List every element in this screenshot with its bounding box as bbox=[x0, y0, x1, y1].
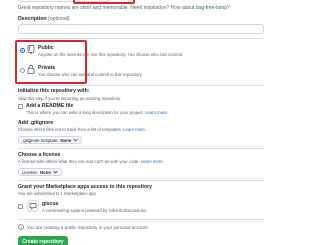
giscus-app-name[interactable]: giscus bbox=[42, 201, 58, 207]
giscus-app-desc: A commenting system powered by GitHub Di… bbox=[42, 208, 147, 213]
lock-icon bbox=[27, 64, 35, 74]
chevron-down-icon bbox=[73, 138, 79, 142]
gitignore-heading: Add .gitignore bbox=[18, 120, 54, 126]
create-repository-button[interactable]: Create repository bbox=[18, 236, 68, 245]
private-radio[interactable] bbox=[20, 68, 25, 73]
public-option-desc: Anyone on the internet can see this repo… bbox=[38, 52, 184, 57]
license-select[interactable]: License: None bbox=[18, 168, 62, 176]
info-icon bbox=[18, 224, 24, 230]
giscus-app-icon bbox=[27, 200, 39, 212]
marketplace-subtext: You are subscribed to 1 Marketplace app bbox=[18, 191, 96, 196]
description-label: Description (optional) bbox=[18, 16, 70, 22]
divider bbox=[18, 219, 264, 220]
repo-icon bbox=[27, 45, 35, 54]
readme-label[interactable]: Add a README file bbox=[26, 103, 73, 109]
initialize-heading: Initialize this repository with: bbox=[18, 88, 90, 94]
gitignore-template-select[interactable]: .gitignore template: None bbox=[18, 136, 83, 144]
license-heading: Choose a license bbox=[18, 152, 61, 158]
readme-checkbox[interactable] bbox=[18, 104, 23, 109]
giscus-checkbox[interactable] bbox=[18, 204, 23, 209]
license-learn-more-link[interactable]: Learn more. bbox=[141, 159, 164, 164]
visibility-info-text: You are creating a public repository in … bbox=[27, 224, 149, 230]
visibility-info: You are creating a public repository in … bbox=[18, 224, 264, 230]
speech-bubble-icon bbox=[29, 203, 37, 210]
name-suggestion-tip: Great repository names are short and mem… bbox=[18, 5, 230, 11]
private-option-title[interactable]: Private bbox=[38, 65, 55, 71]
description-input[interactable] bbox=[18, 24, 264, 34]
name-suggestion-link[interactable]: bug-free-lamp bbox=[196, 5, 227, 11]
divider bbox=[18, 180, 264, 181]
highlight-box-name bbox=[73, 0, 135, 4]
chevron-down-icon bbox=[53, 170, 58, 174]
public-option-title[interactable]: Public bbox=[38, 45, 54, 51]
public-radio[interactable] bbox=[20, 48, 25, 53]
marketplace-heading: Grant your Marketplace apps access to th… bbox=[18, 184, 153, 190]
license-desc: A license tells others what they can and… bbox=[18, 159, 164, 164]
gitignore-desc: Choose which files not to track from a l… bbox=[18, 127, 147, 132]
divider bbox=[18, 85, 264, 86]
divider bbox=[18, 38, 264, 39]
readme-desc: This is where you can write a long descr… bbox=[26, 110, 169, 115]
gitignore-learn-more-link[interactable]: Learn more. bbox=[123, 127, 146, 132]
divider bbox=[18, 148, 264, 149]
initialize-subtext: Skip this step if you're importing an ex… bbox=[18, 96, 122, 101]
readme-learn-more-link[interactable]: Learn more. bbox=[145, 110, 168, 115]
private-option-desc: You choose who can see and commit to thi… bbox=[38, 72, 143, 77]
